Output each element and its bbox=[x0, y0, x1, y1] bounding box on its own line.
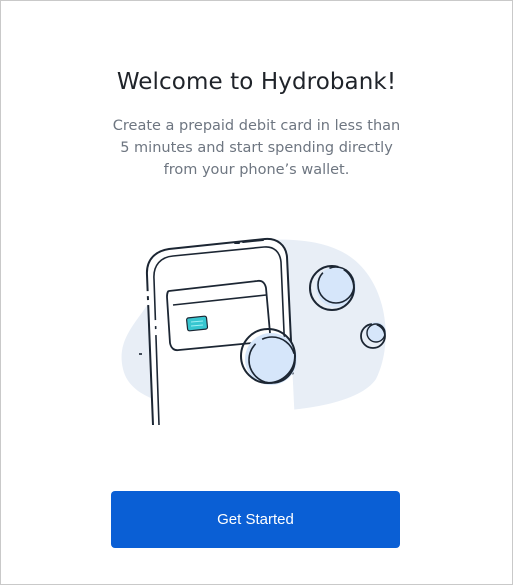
get-started-button[interactable]: Get Started bbox=[111, 491, 400, 548]
welcome-description: Create a prepaid debit card in less than… bbox=[112, 118, 401, 178]
welcome-title: Welcome to Hydrobank! bbox=[116, 69, 397, 95]
card-chip-icon bbox=[186, 315, 209, 332]
onboarding-screen: Welcome to Hydrobank! Create a prepaid d… bbox=[0, 0, 513, 585]
phone-card-coins-illustration bbox=[121, 237, 386, 426]
